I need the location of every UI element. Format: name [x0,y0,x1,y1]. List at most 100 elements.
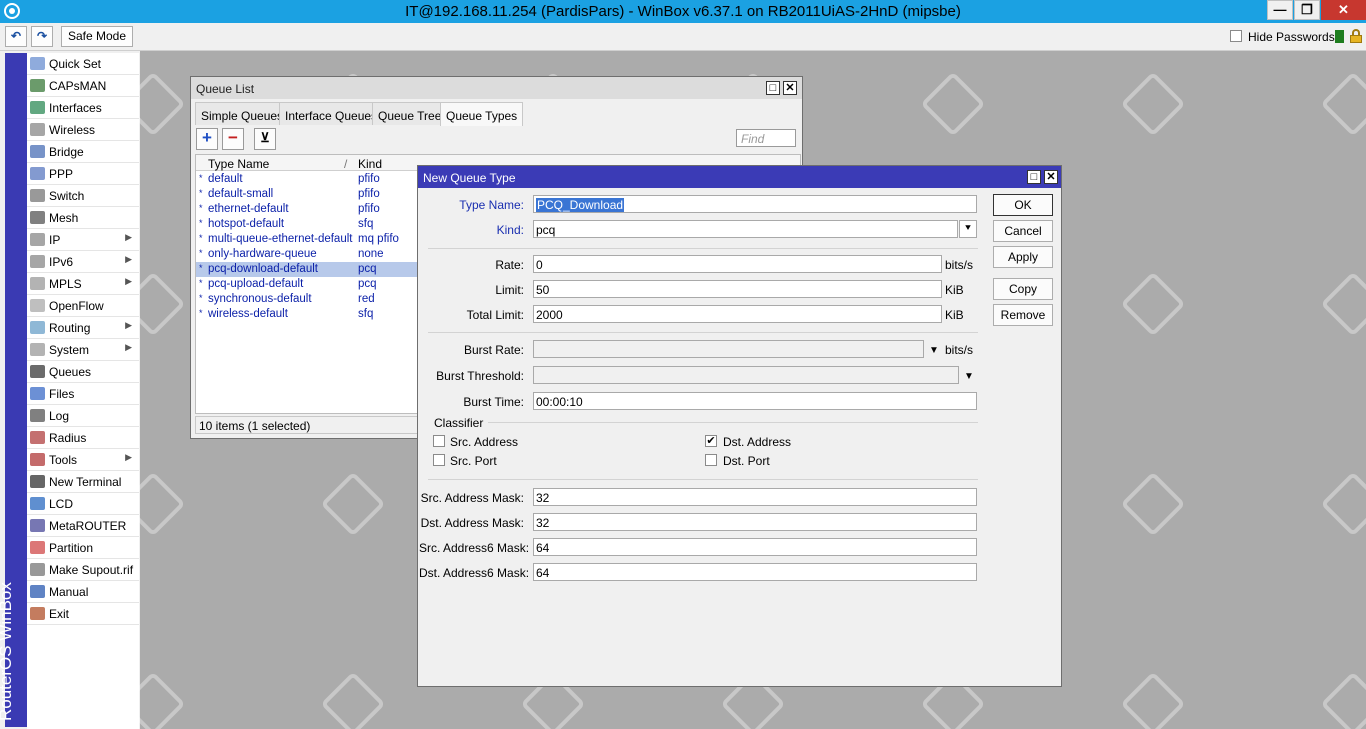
undo-button[interactable]: ↶ [5,26,27,47]
burst-threshold-dropdown-icon[interactable]: ▼ [964,371,974,382]
openflow-icon [30,299,45,312]
watermark-logo [1320,71,1366,137]
src-address-mask-input[interactable]: 32 [533,488,977,506]
submenu-arrow-icon: ▶ [125,320,132,330]
menu-item-label: Queues [49,365,92,379]
total-limit-input[interactable]: 2000 [533,305,942,323]
menu-item-interfaces[interactable]: Interfaces [27,97,139,119]
menu-item-openflow[interactable]: OpenFlow [27,295,139,317]
watermark-logo [1120,671,1186,729]
menu-item-exit[interactable]: Exit [27,603,139,625]
menu-item-files[interactable]: Files [27,383,139,405]
burst-rate-input[interactable] [533,340,924,358]
cancel-button[interactable]: Cancel [993,220,1053,242]
menu-item-mpls[interactable]: MPLS ▶ [27,273,139,295]
menu-item-label: New Terminal [49,475,122,489]
rate-input[interactable]: 0 [533,255,942,273]
menu-item-lcd[interactable]: LCD [27,493,139,515]
watermark-logo [1320,271,1366,337]
find-input[interactable]: Find [736,129,796,147]
menu-item-system[interactable]: System ▶ [27,339,139,361]
burst-time-input[interactable]: 00:00:10 [533,392,977,410]
hide-passwords-checkbox[interactable] [1230,30,1242,42]
menu-item-label: Radius [49,431,87,445]
manual-icon [30,585,45,598]
minimize-button[interactable]: — [1267,0,1293,20]
kind-select[interactable]: pcq [533,220,958,238]
dst-address-checkbox[interactable]: ✔ [705,435,717,447]
burst-time-label: Burst Time: [463,395,524,409]
column-type-name[interactable]: Type Name [208,157,269,171]
src-address6-mask-input[interactable]: 64 [533,538,977,556]
dialog-maximize-button[interactable]: □ [1027,170,1041,184]
menu-item-queues[interactable]: Queues [27,361,139,383]
burst-threshold-input[interactable] [533,366,959,384]
tab-queue-tree[interactable]: Queue Tree [372,102,448,125]
menu-item-label: Bridge [49,145,84,159]
safe-mode-button[interactable]: Safe Mode [61,26,133,47]
quick-set-icon [30,57,45,70]
menu-item-switch[interactable]: Switch [27,185,139,207]
separator [428,248,978,249]
menu-item-radius[interactable]: Radius [27,427,139,449]
maximize-button[interactable]: ❐ [1294,0,1320,20]
row-type-name: pcq-download-default [208,263,318,275]
menu-item-log[interactable]: Log [27,405,139,427]
queue-list-titlebar[interactable]: Queue List [191,77,802,99]
menu-item-manual[interactable]: Manual [27,581,139,603]
menu-item-make-supout-rif[interactable]: Make Supout.rif [27,559,139,581]
menu-item-label: Interfaces [49,101,102,115]
menu-item-wireless[interactable]: Wireless [27,119,139,141]
row-kind: pfifo [358,173,380,185]
kind-dropdown-button[interactable]: ⯆ [959,220,977,238]
dst-port-checkbox[interactable] [705,454,717,466]
dialog-close-button[interactable]: ✕ [1044,170,1058,184]
files-icon [30,387,45,400]
row-type-name: only-hardware-queue [208,248,317,260]
menu-item-new-terminal[interactable]: New Terminal [27,471,139,493]
menu-item-routing[interactable]: Routing ▶ [27,317,139,339]
menu-item-quick-set[interactable]: Quick Set [27,53,139,75]
ok-button[interactable]: OK [993,194,1053,216]
row-type-name: wireless-default [208,308,288,320]
burst-threshold-label: Burst Threshold: [436,369,524,383]
remove-button[interactable]: − [222,128,244,150]
burst-rate-dropdown-icon[interactable]: ▼ [929,345,939,356]
default-marker: * [199,218,203,228]
copy-button[interactable]: Copy [993,278,1053,300]
menu-item-metarouter[interactable]: MetaROUTER [27,515,139,537]
submenu-arrow-icon: ▶ [125,452,132,462]
menu-item-partition[interactable]: Partition [27,537,139,559]
src-port-checkbox[interactable] [433,454,445,466]
column-kind[interactable]: Kind [358,157,382,171]
dialog-titlebar[interactable]: New Queue Type [418,166,1061,188]
row-kind: pcq [358,278,377,290]
queue-list-maximize-button[interactable]: □ [766,81,780,95]
filter-button[interactable]: ⊻ [254,128,276,150]
close-button[interactable]: ✕ [1321,0,1366,20]
remove-button[interactable]: Remove [993,304,1053,326]
apply-button[interactable]: Apply [993,246,1053,268]
limit-input[interactable]: 50 [533,280,942,298]
menu-item-mesh[interactable]: Mesh [27,207,139,229]
menu-item-ip[interactable]: IP ▶ [27,229,139,251]
tab-simple-queues[interactable]: Simple Queues [195,102,290,125]
type-name-input[interactable]: PCQ_Download [533,195,977,213]
src-address-checkbox[interactable] [433,435,445,447]
menu-item-capsman[interactable]: CAPsMAN [27,75,139,97]
queue-list-close-button[interactable]: ✕ [783,81,797,95]
tab-interface-queues[interactable]: Interface Queues [279,102,384,125]
ppp-icon [30,167,45,180]
menu-item-bridge[interactable]: Bridge [27,141,139,163]
tab-queue-types[interactable]: Queue Types [440,102,524,126]
dst-address-mask-input[interactable]: 32 [533,513,977,531]
queues-icon [30,365,45,378]
dst-address6-mask-input[interactable]: 64 [533,563,977,581]
menu-item-ppp[interactable]: PPP [27,163,139,185]
add-button[interactable]: + [196,128,218,150]
row-kind: sfq [358,218,374,230]
menu-item-ipv6[interactable]: IPv6 ▶ [27,251,139,273]
separator [428,479,978,480]
redo-button[interactable]: ↷ [31,26,53,47]
menu-item-tools[interactable]: Tools ▶ [27,449,139,471]
